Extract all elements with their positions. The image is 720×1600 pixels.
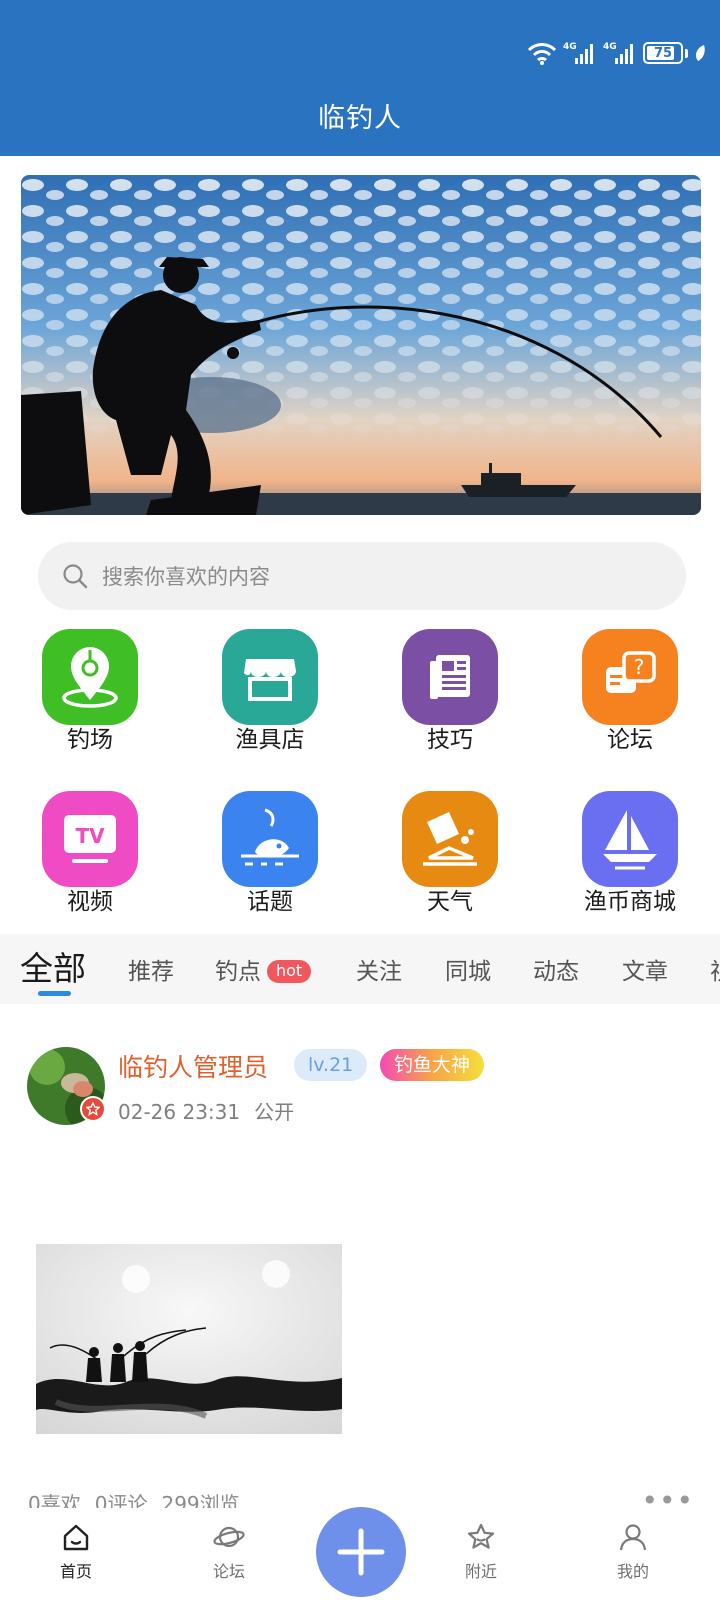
fish-hook-icon — [222, 791, 318, 887]
category-label: 视频 — [67, 889, 113, 915]
top-header: 4G 4G 75 临钓人 — [0, 0, 720, 156]
more-options-icon[interactable]: ••• — [641, 1487, 694, 1515]
store-icon — [222, 629, 318, 725]
admin-badge-icon — [80, 1096, 106, 1122]
svg-text:4G: 4G — [563, 42, 577, 52]
post-author[interactable]: 临钓人管理员 — [118, 1048, 268, 1084]
category-weather[interactable]: 天气 — [395, 791, 505, 917]
tab-all[interactable]: 全部 — [20, 942, 86, 990]
search-bar[interactable]: 搜索你喜欢的内容 — [38, 542, 686, 610]
svg-text:TV: TV — [75, 824, 105, 848]
nav-label: 论坛 — [212, 1562, 245, 1581]
category-topic[interactable]: 话题 — [215, 791, 325, 917]
category-label: 渔具店 — [235, 727, 305, 753]
nav-nearby[interactable]: 附近 — [441, 1522, 521, 1582]
category-skills[interactable]: 技巧 — [395, 629, 505, 755]
user-icon — [619, 1524, 647, 1551]
signal-icon: 4G — [603, 42, 633, 64]
category-tackle-shop[interactable]: 渔具店 — [215, 629, 325, 755]
location-pin-icon — [42, 629, 138, 725]
weather-icon — [402, 791, 498, 887]
active-tab-indicator — [38, 991, 71, 996]
category-label: 论坛 — [607, 727, 653, 753]
title-badge: 钓鱼大神 — [380, 1049, 485, 1081]
category-label: 天气 — [427, 889, 473, 915]
home-icon — [63, 1524, 89, 1551]
document-icon — [402, 629, 498, 725]
chat-question-icon: ? — [582, 629, 678, 725]
post-meta: 02-26 23:31 公开 — [118, 1096, 294, 1125]
category-label: 渔币商城 — [584, 889, 676, 915]
svg-text:?: ? — [634, 655, 645, 679]
tv-icon: TV — [42, 791, 138, 887]
nav-label: 我的 — [616, 1562, 649, 1581]
level-badge: lv.21 — [294, 1049, 368, 1081]
plus-icon — [337, 1528, 385, 1576]
category-forum[interactable]: ? 论坛 — [575, 629, 685, 755]
category-coin-mall[interactable]: 渔币商城 — [575, 791, 685, 917]
category-label: 话题 — [247, 889, 293, 915]
tab-recommend[interactable]: 推荐 — [128, 952, 174, 986]
tab-local[interactable]: 同城 — [445, 952, 491, 986]
post-image[interactable] — [36, 1244, 342, 1434]
tab-following[interactable]: 关注 — [356, 952, 402, 986]
status-bar: 4G 4G 75 — [527, 38, 706, 68]
tab-video[interactable]: 视 — [710, 952, 720, 986]
post-time: 02-26 23:31 — [118, 1100, 241, 1124]
nav-profile[interactable]: 我的 — [593, 1522, 673, 1582]
signal-icon: 4G — [563, 42, 593, 64]
category-video[interactable]: TV 视频 — [35, 791, 145, 917]
category-label: 钓场 — [67, 727, 113, 753]
app-root: 4G 4G 75 临钓人 搜索你喜欢的内容 钓场 渔具店 技巧 ? 论坛 TV … — [0, 0, 720, 1600]
svg-text:4G: 4G — [603, 42, 617, 52]
publish-button[interactable] — [316, 1507, 406, 1597]
hero-banner[interactable] — [21, 175, 701, 515]
battery-indicator: 75 — [643, 42, 683, 64]
banner-image — [21, 175, 701, 515]
battery-level: 75 — [653, 45, 673, 61]
category-fishing-spot[interactable]: 钓场 — [35, 629, 145, 755]
category-label: 技巧 — [427, 727, 473, 753]
nav-label: 附近 — [464, 1562, 497, 1581]
nav-home[interactable]: 首页 — [36, 1522, 116, 1582]
tab-articles[interactable]: 文章 — [622, 952, 668, 986]
nav-label: 首页 — [59, 1562, 92, 1581]
star-icon — [467, 1523, 495, 1549]
sailboat-icon — [582, 791, 678, 887]
tab-fishing-spot[interactable]: 钓点 hot — [215, 952, 312, 986]
nav-forum[interactable]: 论坛 — [189, 1522, 269, 1582]
post-visibility: 公开 — [254, 1100, 295, 1124]
tab-moments[interactable]: 动态 — [533, 952, 579, 986]
hot-badge: hot — [267, 960, 312, 983]
tab-label: 钓点 — [215, 959, 261, 985]
search-placeholder: 搜索你喜欢的内容 — [102, 565, 270, 589]
page-title: 临钓人 — [318, 103, 402, 134]
wifi-icon — [527, 43, 557, 65]
planet-icon — [213, 1526, 245, 1548]
search-icon — [63, 564, 88, 589]
leaf-icon — [696, 45, 705, 61]
